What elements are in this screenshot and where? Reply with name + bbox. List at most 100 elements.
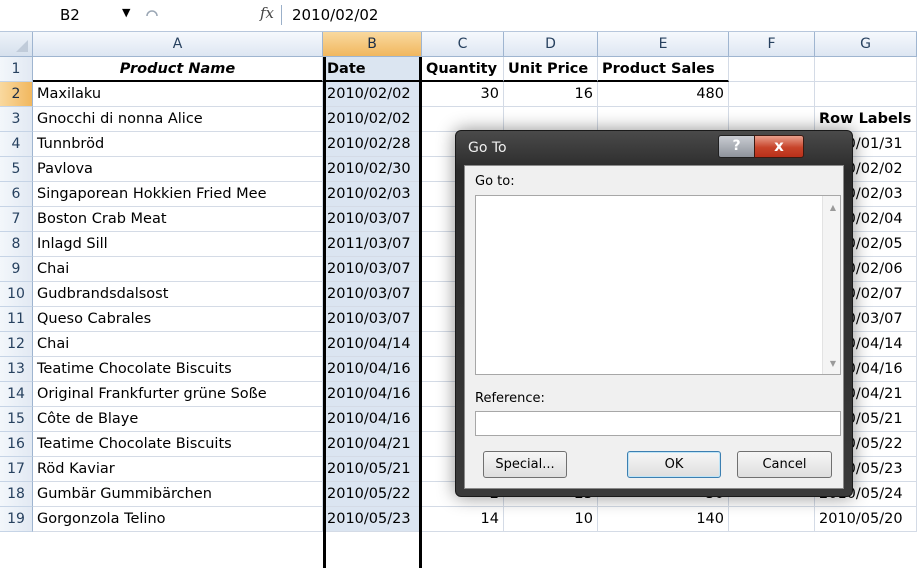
row-header[interactable]: 12 bbox=[0, 332, 33, 357]
cell-date[interactable]: 2010/02/02 bbox=[323, 107, 422, 132]
row-header[interactable]: 5 bbox=[0, 157, 33, 182]
cell-date[interactable]: 2010/02/02 bbox=[323, 82, 422, 107]
column-header-c[interactable]: C bbox=[422, 32, 504, 57]
column-header-a[interactable]: A bbox=[33, 32, 323, 57]
cell-date-header[interactable]: Date bbox=[323, 57, 422, 82]
cell-pivot-label[interactable]: Row Labels bbox=[815, 107, 917, 132]
cell-date[interactable]: 2011/03/07 bbox=[323, 232, 422, 257]
row-header[interactable]: 8 bbox=[0, 232, 33, 257]
cell-date[interactable]: 2010/03/07 bbox=[323, 282, 422, 307]
cell-product-name[interactable]: Gnocchi di nonna Alice bbox=[33, 107, 323, 132]
cancel-button[interactable]: Cancel bbox=[737, 451, 832, 478]
cell-product-name[interactable]: Röd Kaviar bbox=[33, 457, 323, 482]
name-box-dropdown-icon[interactable]: ▼ bbox=[122, 6, 130, 19]
cell-quantity-header[interactable]: Quantity bbox=[422, 57, 504, 82]
cell-product-name[interactable]: Maxilaku bbox=[33, 82, 323, 107]
cell-product-name[interactable]: Gudbrandsdalsost bbox=[33, 282, 323, 307]
row-header[interactable]: 17 bbox=[0, 457, 33, 482]
cell-date[interactable]: 2010/04/21 bbox=[323, 432, 422, 457]
cell-product-name[interactable]: Singaporean Hokkien Fried Mee bbox=[33, 182, 323, 207]
cell-date[interactable]: 2010/02/30 bbox=[323, 157, 422, 182]
formula-cancel-icon[interactable] bbox=[145, 9, 159, 23]
row-header[interactable]: 4 bbox=[0, 132, 33, 157]
cell-date[interactable]: 2010/02/28 bbox=[323, 132, 422, 157]
row-header[interactable]: 16 bbox=[0, 432, 33, 457]
cell-f[interactable] bbox=[729, 82, 815, 107]
cell-product-name[interactable]: Teatime Chocolate Biscuits bbox=[33, 357, 323, 382]
cell-product-sales[interactable]: 140 bbox=[598, 507, 729, 532]
cell-product-name[interactable]: Pavlova bbox=[33, 157, 323, 182]
row-header[interactable]: 15 bbox=[0, 407, 33, 432]
cell-date[interactable]: 2010/05/23 bbox=[323, 507, 422, 532]
row-header[interactable]: 10 bbox=[0, 282, 33, 307]
row-header[interactable]: 13 bbox=[0, 357, 33, 382]
cell-product-name[interactable]: Original Frankfurter grüne Soße bbox=[33, 382, 323, 407]
select-all-corner[interactable] bbox=[0, 32, 33, 57]
cell-date[interactable]: 2010/04/16 bbox=[323, 382, 422, 407]
cell-product-name[interactable]: Boston Crab Meat bbox=[33, 207, 323, 232]
cell-quantity[interactable]: 30 bbox=[422, 82, 504, 107]
cell-product-name[interactable]: Tunnbröd bbox=[33, 132, 323, 157]
cell-date[interactable]: 2010/03/07 bbox=[323, 207, 422, 232]
row-header[interactable]: 1 bbox=[0, 57, 33, 82]
reference-input[interactable] bbox=[475, 411, 841, 436]
cell-unit-price[interactable]: 16 bbox=[504, 82, 598, 107]
cell-unit-price-header[interactable]: Unit Price bbox=[504, 57, 598, 82]
row-header[interactable]: 6 bbox=[0, 182, 33, 207]
cell-product-name[interactable]: Teatime Chocolate Biscuits bbox=[33, 432, 323, 457]
cell-date[interactable]: 2010/04/16 bbox=[323, 357, 422, 382]
help-button[interactable]: ? bbox=[718, 135, 755, 158]
cell-f[interactable] bbox=[729, 107, 815, 132]
cell-product-sales[interactable]: 480 bbox=[598, 82, 729, 107]
cell-date[interactable]: 2010/05/22 bbox=[323, 482, 422, 507]
row-header[interactable]: 18 bbox=[0, 482, 33, 507]
cell-quantity[interactable]: 14 bbox=[422, 507, 504, 532]
cell-unit-price[interactable] bbox=[504, 107, 598, 132]
close-button[interactable]: x bbox=[754, 135, 804, 158]
cell-date[interactable]: 2010/03/07 bbox=[323, 307, 422, 332]
row-header[interactable]: 3 bbox=[0, 107, 33, 132]
cell-product-name[interactable]: Queso Cabrales bbox=[33, 307, 323, 332]
cell-product-sales-header[interactable]: Product Sales bbox=[598, 57, 729, 82]
cell-unit-price[interactable]: 10 bbox=[504, 507, 598, 532]
column-header-b[interactable]: B bbox=[323, 32, 422, 57]
row-header[interactable]: 2 bbox=[0, 82, 33, 107]
formula-input[interactable]: 2010/02/02 bbox=[292, 6, 378, 24]
cell-product-name[interactable]: Gumbär Gummibärchen bbox=[33, 482, 323, 507]
scroll-down-icon[interactable]: ▼ bbox=[830, 359, 836, 368]
cell-product-name[interactable]: Chai bbox=[33, 332, 323, 357]
cell-g1[interactable] bbox=[815, 57, 917, 82]
cell-date[interactable]: 2010/05/21 bbox=[323, 457, 422, 482]
cell-product-name[interactable]: Inlagd Sill bbox=[33, 232, 323, 257]
scroll-up-icon[interactable]: ▲ bbox=[830, 203, 836, 212]
cell-pivot-label[interactable]: 2010/05/20 bbox=[815, 507, 917, 532]
cell-product-name[interactable]: Gorgonzola Telino bbox=[33, 507, 323, 532]
cell-pivot-label[interactable] bbox=[815, 82, 917, 107]
cell-date[interactable]: 2010/02/03 bbox=[323, 182, 422, 207]
cell-quantity[interactable] bbox=[422, 107, 504, 132]
cell-date[interactable]: 2010/03/07 bbox=[323, 257, 422, 282]
cell-product-name-header[interactable]: Product Name bbox=[33, 57, 323, 82]
cell-product-name[interactable]: Côte de Blaye bbox=[33, 407, 323, 432]
goto-list[interactable]: ▲ ▼ bbox=[475, 195, 841, 375]
goto-list-scrollbar[interactable]: ▲ ▼ bbox=[822, 196, 840, 374]
cell-date[interactable]: 2010/04/16 bbox=[323, 407, 422, 432]
special-button[interactable]: Special... bbox=[483, 451, 567, 478]
ok-button[interactable]: OK bbox=[627, 451, 721, 478]
column-header-d[interactable]: D bbox=[504, 32, 598, 57]
cell-f[interactable] bbox=[729, 507, 815, 532]
column-header-g[interactable]: G bbox=[815, 32, 917, 57]
cell-date[interactable]: 2010/04/14 bbox=[323, 332, 422, 357]
row-header[interactable]: 14 bbox=[0, 382, 33, 407]
cell-product-sales[interactable] bbox=[598, 107, 729, 132]
cell-product-name[interactable]: Chai bbox=[33, 257, 323, 282]
insert-function-icon[interactable]: fx bbox=[260, 4, 274, 22]
column-header-f[interactable]: F bbox=[729, 32, 815, 57]
row-header[interactable]: 7 bbox=[0, 207, 33, 232]
cell-f1[interactable] bbox=[729, 57, 815, 82]
name-box[interactable]: B2 bbox=[60, 6, 80, 24]
row-header[interactable]: 19 bbox=[0, 507, 33, 532]
row-header[interactable]: 11 bbox=[0, 307, 33, 332]
row-header[interactable]: 9 bbox=[0, 257, 33, 282]
column-header-e[interactable]: E bbox=[598, 32, 729, 57]
